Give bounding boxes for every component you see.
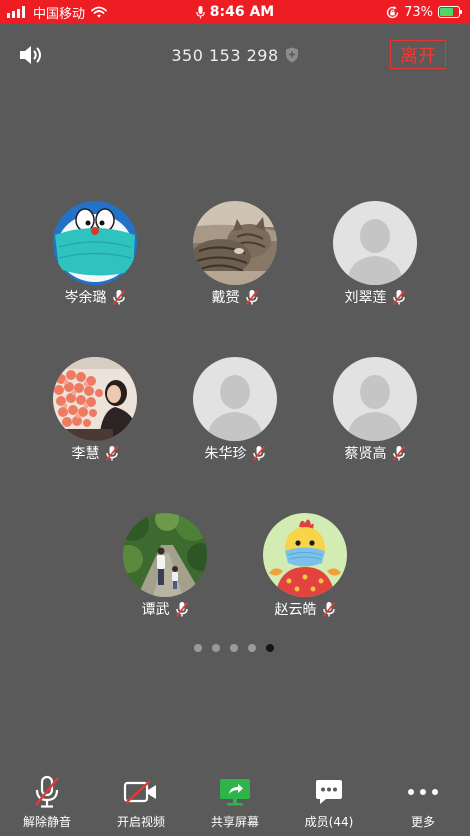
mic-muted-icon	[322, 601, 335, 617]
mic-muted-icon	[392, 445, 405, 461]
members-label: 成员(44)	[304, 815, 354, 829]
avatar	[123, 513, 207, 597]
clock: 8:46 AM	[209, 4, 275, 20]
participant-name-row: 戴赟	[165, 287, 305, 307]
mic-muted-icon	[112, 289, 125, 305]
mic-muted-icon	[245, 289, 258, 305]
avatar	[53, 201, 137, 285]
shield-icon	[285, 47, 298, 63]
participant-name: 朱华珍	[204, 446, 247, 462]
participant-name: 赵云皓	[274, 602, 317, 618]
avatar	[53, 357, 137, 441]
participant-name-row: 李慧	[25, 443, 165, 463]
participant-name: 谭武	[141, 602, 170, 618]
video-off-icon	[123, 780, 156, 804]
mic-muted-icon	[252, 445, 265, 461]
more-button[interactable]: 更多	[376, 774, 470, 836]
default-avatar	[193, 357, 277, 441]
participant-name-row: 朱华珍	[165, 443, 305, 463]
participant-name-row: 蔡贤高	[305, 443, 445, 463]
page-dot[interactable]	[212, 644, 220, 652]
bottom-toolbar: 解除静音 开启视频 共享屏幕 成员(44) 更多	[0, 774, 470, 836]
page-indicator[interactable]	[194, 644, 274, 652]
start-video-button[interactable]: 开启视频	[94, 774, 188, 836]
unmute-button[interactable]: 解除静音	[0, 774, 94, 836]
unmute-label: 解除静音	[22, 815, 71, 829]
status-right: 73%	[386, 0, 462, 24]
mic-muted-icon	[392, 289, 405, 305]
mic-muted-icon	[105, 445, 118, 461]
share-screen-button[interactable]: 共享屏幕	[188, 774, 282, 836]
meeting-id: 350 153 298	[171, 45, 279, 65]
participant-name: 蔡贤高	[344, 446, 387, 462]
share-screen-label: 共享屏幕	[210, 815, 259, 829]
participant-tile[interactable]: 戴赟	[165, 201, 305, 307]
mic-muted-icon	[175, 601, 188, 617]
participant-tile[interactable]: 蔡贤高	[305, 357, 445, 463]
participant-tile[interactable]: 赵云皓	[235, 513, 375, 619]
page-dot[interactable]	[230, 644, 238, 652]
participant-name: 戴赟	[211, 290, 240, 306]
avatar	[193, 201, 277, 285]
participant-tile[interactable]: 岑余璐	[25, 201, 165, 307]
participant-tile[interactable]: 谭武	[95, 513, 235, 619]
participant-name-row: 赵云皓	[235, 599, 375, 619]
default-avatar	[333, 201, 417, 285]
participant-name: 岑余璐	[64, 290, 107, 306]
avatar	[263, 513, 347, 597]
participant-name-row: 谭武	[95, 599, 235, 619]
participant-name: 刘翠莲	[344, 290, 387, 306]
more-icon	[408, 789, 438, 795]
default-avatar	[333, 357, 417, 441]
status-bar: 中国移动 8:46 AM 73%	[0, 0, 470, 24]
start-video-label: 开启视频	[116, 815, 165, 829]
participant-name-row: 岑余璐	[25, 287, 165, 307]
page-dot[interactable]	[248, 644, 256, 652]
battery-icon	[438, 6, 462, 18]
members-button[interactable]: 成员(44)	[282, 774, 376, 836]
participant-tile[interactable]: 朱华珍	[165, 357, 305, 463]
more-label: 更多	[410, 815, 435, 829]
microphone-in-use-icon	[196, 5, 205, 18]
members-icon	[316, 780, 342, 804]
share-screen-icon	[220, 779, 250, 806]
participant-name: 李慧	[71, 446, 100, 462]
participant-name-row: 刘翠莲	[305, 287, 445, 307]
participant-tile[interactable]: 刘翠莲	[305, 201, 445, 307]
page-dot-active[interactable]	[266, 644, 274, 652]
mic-muted-icon	[35, 775, 59, 808]
leave-button[interactable]: 离开	[390, 40, 446, 69]
page-dot[interactable]	[194, 644, 202, 652]
participant-tile[interactable]: 李慧	[25, 357, 165, 463]
rotation-lock-icon	[387, 5, 399, 18]
battery-percent: 73%	[404, 4, 433, 20]
